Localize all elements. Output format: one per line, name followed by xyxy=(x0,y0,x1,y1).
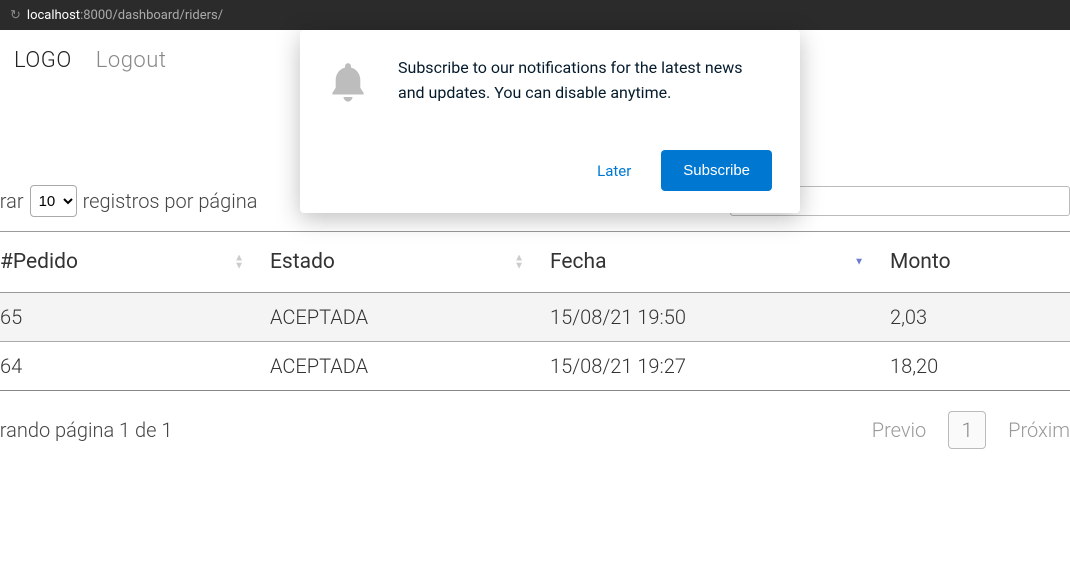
cell-estado: ACEPTADA xyxy=(260,293,540,342)
table-row[interactable]: 64 ACEPTADA 15/08/21 19:27 18,20 xyxy=(0,342,1070,391)
sort-icon: ▲▼ xyxy=(234,255,244,270)
url-path: /dashboard/riders/ xyxy=(112,8,223,23)
cell-monto: 18,20 xyxy=(880,342,1070,391)
col-header-fecha[interactable]: Fecha ▼ xyxy=(540,232,880,293)
notification-text: Subscribe to our notifications for the l… xyxy=(398,56,772,106)
col-header-monto[interactable]: Monto xyxy=(880,232,1070,293)
cell-monto: 2,03 xyxy=(880,293,1070,342)
browser-address-bar[interactable]: ↻ localhost:8000/dashboard/riders/ xyxy=(0,0,1070,30)
logo[interactable]: LOGO xyxy=(14,48,72,73)
cell-estado: ACEPTADA xyxy=(260,342,540,391)
table-row[interactable]: 65 ACEPTADA 15/08/21 19:50 2,03 xyxy=(0,293,1070,342)
url-host: localhost xyxy=(27,8,80,23)
pagination: Previo 1 Próxim xyxy=(872,411,1070,449)
url-port: :8000 xyxy=(80,8,112,23)
subscribe-button[interactable]: Subscribe xyxy=(661,150,772,191)
show-suffix-label: registros por página xyxy=(83,189,258,213)
pagination-info: ostrando página 1 de 1 xyxy=(0,418,172,442)
page-number-button[interactable]: 1 xyxy=(948,411,986,449)
prev-button[interactable]: Previo xyxy=(872,418,926,442)
page-length-select[interactable]: 10 xyxy=(30,185,77,217)
orders-table: #Pedido ▲▼ Estado ▲▼ Fecha ▼ Monto 65 xyxy=(0,231,1070,391)
col-header-pedido[interactable]: #Pedido ▲▼ xyxy=(0,232,260,293)
later-button[interactable]: Later xyxy=(597,162,631,180)
col-header-pedido-label: #Pedido xyxy=(0,250,78,274)
reload-icon[interactable]: ↻ xyxy=(10,8,21,23)
sort-desc-icon: ▼ xyxy=(854,259,864,266)
col-header-estado[interactable]: Estado ▲▼ xyxy=(260,232,540,293)
sort-icon: ▲▼ xyxy=(514,255,524,270)
cell-pedido: 65 xyxy=(0,293,260,342)
next-button[interactable]: Próxim xyxy=(1008,418,1070,442)
table-footer: ostrando página 1 de 1 Previo 1 Próxim xyxy=(0,391,1070,449)
show-prefix-label: ostrar xyxy=(0,189,24,213)
col-header-monto-label: Monto xyxy=(890,250,951,274)
notification-dialog: Subscribe to our notifications for the l… xyxy=(300,30,800,213)
table-header-row: #Pedido ▲▼ Estado ▲▼ Fecha ▼ Monto xyxy=(0,232,1070,293)
col-header-estado-label: Estado xyxy=(270,250,335,274)
cell-fecha: 15/08/21 19:27 xyxy=(540,342,880,391)
cell-pedido: 64 xyxy=(0,342,260,391)
logout-link[interactable]: Logout xyxy=(96,48,167,73)
bell-icon xyxy=(328,60,368,106)
cell-fecha: 15/08/21 19:50 xyxy=(540,293,880,342)
col-header-fecha-label: Fecha xyxy=(550,250,607,274)
